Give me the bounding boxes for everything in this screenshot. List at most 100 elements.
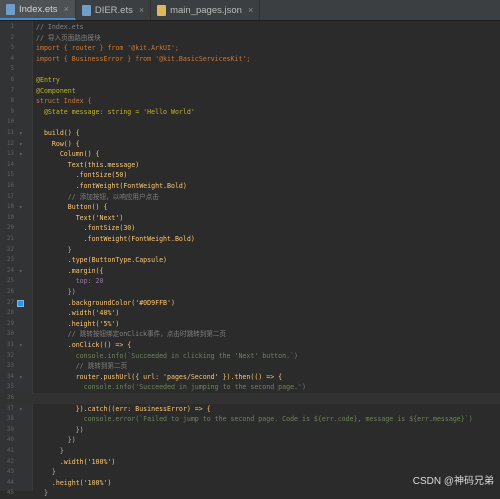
- code-text: }): [36, 435, 76, 446]
- code-text: // Index.ets: [36, 22, 84, 33]
- code-text: // 跳转按钮绑定onClick事件，点击时跳转到第二页: [36, 329, 226, 340]
- code-line[interactable]: 5: [0, 64, 500, 75]
- code-line[interactable]: 40 }): [0, 435, 500, 446]
- line-number: 21: [0, 234, 14, 245]
- code-line[interactable]: 12▾ Row() {: [0, 139, 500, 150]
- code-line[interactable]: 31 ▾ .onClick(() => {: [0, 340, 500, 351]
- line-number: 7: [0, 86, 14, 97]
- fold-icon[interactable]: ▾: [19, 202, 23, 213]
- code-line[interactable]: 7@Component: [0, 86, 500, 97]
- line-number: 6: [0, 75, 14, 86]
- line-number: 39: [0, 425, 14, 436]
- code-text: struct Index {: [36, 96, 92, 107]
- code-text: Text('Next'): [36, 213, 123, 224]
- line-number: 13: [0, 149, 14, 160]
- code-line[interactable]: 17 // 添加按钮，以响应用户点击: [0, 192, 500, 203]
- code-line[interactable]: 4import { BusinessError } from '@kit.Bas…: [0, 54, 500, 65]
- line-number: 33: [0, 361, 14, 372]
- line-number: 36: [0, 393, 14, 404]
- code-line[interactable]: 32 console.info(`Succeeded in clicking t…: [0, 351, 500, 362]
- line-number: 4: [0, 54, 14, 65]
- code-line[interactable]: 16 .fontWeight(FontWeight.Bold): [0, 181, 500, 192]
- code-line[interactable]: 42 .width('100%'): [0, 457, 500, 468]
- code-line[interactable]: 45 }: [0, 488, 500, 499]
- code-text: // 跳转到第二页: [36, 361, 127, 372]
- line-number: 26: [0, 287, 14, 298]
- code-text: console.error(`Failed to jump to the sec…: [36, 414, 473, 425]
- line-number: 29: [0, 319, 14, 330]
- line-number: 10: [0, 117, 14, 128]
- code-line[interactable]: 15 .fontSize(50): [0, 170, 500, 181]
- code-text: .height('5%'): [36, 319, 119, 330]
- code-text: console.info(`Succeeded in clicking the …: [36, 351, 298, 362]
- code-line[interactable]: 19 Text('Next'): [0, 213, 500, 224]
- line-number: 28: [0, 308, 14, 319]
- watermark: CSDN @神码兄弟: [413, 472, 494, 487]
- close-icon[interactable]: ×: [64, 4, 69, 14]
- code-line[interactable]: 27 .backgroundColor('#0D9FFB'): [0, 298, 500, 309]
- fold-icon[interactable]: ▾: [19, 149, 23, 160]
- code-text: }): [36, 425, 84, 436]
- code-line[interactable]: 24▾ .margin({: [0, 266, 500, 277]
- code-line[interactable]: 23 .type(ButtonType.Capsule): [0, 255, 500, 266]
- code-editor[interactable]: 1// Index.ets2 // 导入页面路由模块3import { route…: [0, 21, 500, 491]
- code-line[interactable]: 6@Entry: [0, 75, 500, 86]
- code-text: }: [36, 488, 48, 499]
- line-number: 23: [0, 255, 14, 266]
- code-text: .onClick(() => {: [36, 340, 131, 351]
- code-line[interactable]: 22 }: [0, 245, 500, 256]
- code-text: .backgroundColor('#0D9FFB'): [36, 298, 175, 309]
- close-icon[interactable]: ×: [248, 5, 253, 15]
- line-number: 3: [0, 43, 14, 54]
- fold-icon[interactable]: ▾: [19, 372, 23, 383]
- code-line[interactable]: 18 ▾ Button() {: [0, 202, 500, 213]
- code-line[interactable]: 35 console.info('Succeeded in jumping to…: [0, 382, 500, 393]
- code-line[interactable]: 1// Index.ets: [0, 22, 500, 33]
- line-number: 38: [0, 414, 14, 425]
- code-line[interactable]: 41 }: [0, 446, 500, 457]
- code-line[interactable]: 14 Text(this.message): [0, 160, 500, 171]
- code-line[interactable]: 21 .fontWeight(FontWeight.Bold): [0, 234, 500, 245]
- code-line[interactable]: 25 top: 20: [0, 276, 500, 287]
- line-number: 14: [0, 160, 14, 171]
- code-line[interactable]: 29 .height('5%'): [0, 319, 500, 330]
- code-line[interactable]: 2 // 导入页面路由模块: [0, 33, 500, 44]
- code-line[interactable]: 34▾ router.pushUrl({ url: 'pages/Second'…: [0, 372, 500, 383]
- code-text: Button() {: [36, 202, 107, 213]
- fold-icon[interactable]: ▾: [19, 266, 23, 277]
- line-number: 18: [0, 202, 14, 213]
- code-line[interactable]: 39 }): [0, 425, 500, 436]
- code-text: build() {: [36, 128, 80, 139]
- close-icon[interactable]: ×: [139, 5, 144, 15]
- line-number: 24: [0, 266, 14, 277]
- code-line[interactable]: 8struct Index {: [0, 96, 500, 107]
- tab-2[interactable]: main_pages.json×: [151, 0, 260, 20]
- code-line[interactable]: 26 }): [0, 287, 500, 298]
- color-swatch-icon[interactable]: [17, 300, 24, 307]
- code-line[interactable]: 9 @State message: string = 'Hello World': [0, 107, 500, 118]
- tab-1[interactable]: DIER.ets×: [76, 0, 151, 20]
- code-line[interactable]: 28 .width('40%'): [0, 308, 500, 319]
- editor-tab-bar: Index.ets×DIER.ets×main_pages.json×: [0, 0, 500, 21]
- code-line[interactable]: 10: [0, 117, 500, 128]
- code-line[interactable]: 13▾ Column() {: [0, 149, 500, 160]
- fold-icon[interactable]: ▾: [19, 340, 23, 351]
- ets-file-icon: [6, 4, 15, 15]
- tab-0[interactable]: Index.ets×: [0, 0, 76, 20]
- code-line[interactable]: 11▾ build() {: [0, 128, 500, 139]
- line-number: 2: [0, 33, 14, 44]
- fold-icon[interactable]: ▾: [19, 139, 23, 150]
- code-line[interactable]: 30 // 跳转按钮绑定onClick事件，点击时跳转到第二页: [0, 329, 500, 340]
- code-text: // 导入页面路由模块: [36, 33, 101, 44]
- code-line[interactable]: 33 // 跳转到第二页: [0, 361, 500, 372]
- fold-icon[interactable]: ▾: [19, 128, 23, 139]
- line-number: 45: [0, 488, 14, 499]
- code-line[interactable]: 3import { router } from '@kit.ArkUI';: [0, 43, 500, 54]
- code-text: console.info('Succeeded in jumping to th…: [36, 382, 306, 393]
- line-number: 31: [0, 340, 14, 351]
- code-line[interactable]: 20 .fontSize(30): [0, 223, 500, 234]
- code-line[interactable]: 36: [0, 393, 500, 404]
- code-line[interactable]: 37▾ }).catch((err: BusinessError) => {: [0, 404, 500, 415]
- fold-icon[interactable]: ▾: [19, 404, 23, 415]
- code-line[interactable]: 38 console.error(`Failed to jump to the …: [0, 414, 500, 425]
